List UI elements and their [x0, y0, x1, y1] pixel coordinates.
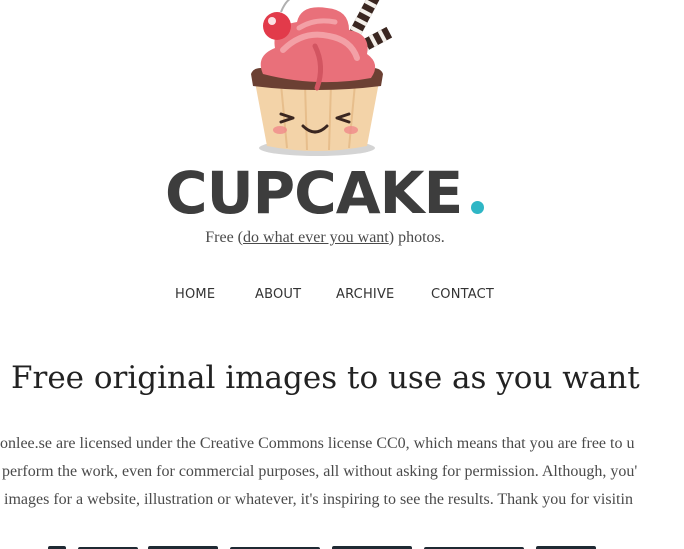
cut-off-text-line [48, 546, 596, 549]
nav-home[interactable]: HOME [175, 287, 215, 302]
intro-line: onlee.se are licensed under the Creative… [0, 435, 635, 452]
cupcake-logo-icon [251, 0, 393, 156]
site-tagline: Free (do what ever you want) photos. [0, 229, 650, 247]
tagline-prefix: Free ( [205, 229, 244, 246]
nav-contact[interactable]: CONTACT [431, 287, 494, 302]
intro-paragraph: onlee.se are licensed under the Creative… [0, 430, 684, 514]
nav-about[interactable]: ABOUT [255, 287, 301, 302]
main-nav: HOME ABOUT ARCHIVE CONTACT [0, 287, 684, 307]
intro-line: images for a website, illustration or wh… [4, 491, 633, 508]
intro-line: perform the work, even for commercial pu… [2, 463, 638, 480]
tagline-license-link[interactable]: do what ever you want [243, 229, 389, 246]
tagline-suffix: ) photos. [388, 229, 445, 246]
site-logo-text[interactable]: CUPCAKE [165, 157, 463, 229]
nav-archive[interactable]: ARCHIVE [336, 287, 394, 302]
accent-dot-icon [471, 201, 484, 214]
page-heading: Free original images to use as you want [11, 360, 640, 396]
